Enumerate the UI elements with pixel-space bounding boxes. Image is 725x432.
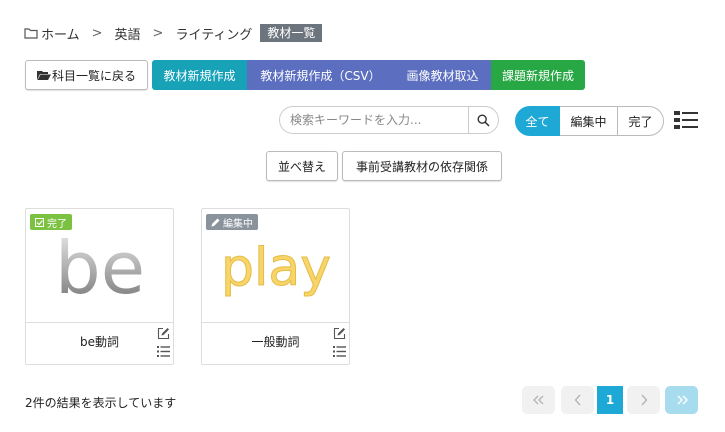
pagination-prev-button[interactable] [561,386,594,414]
list-view-icon[interactable] [674,110,698,130]
create-button-group: 教材新規作成 教材新規作成（CSV） 画像教材取込 課題新規作成 [152,60,585,90]
status-badge: 完了 [30,214,72,230]
search-icon [477,113,490,127]
new-material-csv-button[interactable]: 教材新規作成（CSV） [247,60,394,90]
material-card[interactable]: be 完了 be動詞 [25,208,174,365]
chevron-right-icon [640,394,647,406]
filter-all-button[interactable]: 全て [515,106,560,136]
status-badge-label: 編集中 [223,218,253,230]
double-chevron-right-icon [677,395,688,405]
breadcrumb: ホーム > 英語 > ライティング 教材一覧 [24,24,323,43]
list-icon[interactable] [157,346,170,357]
status-badge-label: 完了 [47,218,67,230]
search-box [279,106,499,134]
filter-editing-button[interactable]: 編集中 [560,106,618,136]
check-square-icon [35,217,44,227]
breadcrumb-home[interactable]: ホーム [41,24,80,43]
material-title[interactable]: be動詞 [26,333,173,350]
folder-icon [24,28,38,39]
breadcrumb-current: 教材一覧 [260,24,323,42]
card-divider [202,322,349,323]
back-button-label: 科目一覧に戻る [51,68,136,83]
pagination-page-1[interactable]: 1 [597,386,623,414]
new-task-button[interactable]: 課題新規作成 [491,60,585,90]
breadcrumb-subject[interactable]: 英語 [115,24,141,43]
material-card[interactable]: play 編集中 一般動詞 [201,208,350,365]
filter-done-button[interactable]: 完了 [618,106,664,136]
chevron-left-icon [574,394,581,406]
sort-button[interactable]: 並べ替え [266,151,338,181]
folder-open-icon [36,71,51,80]
new-material-button[interactable]: 教材新規作成 [152,60,247,90]
card-divider [26,322,173,323]
double-chevron-left-icon [532,395,543,405]
status-filter: 全て 編集中 完了 [515,106,664,136]
search-button[interactable] [468,106,499,134]
pagination-first-button[interactable] [522,386,555,414]
material-title[interactable]: 一般動詞 [202,333,349,350]
image-import-button[interactable]: 画像教材取込 [394,60,491,90]
edit-icon[interactable] [157,327,170,340]
back-to-subjects-button[interactable]: 科目一覧に戻る [25,60,148,90]
breadcrumb-separator: > [91,25,103,41]
result-summary: 2件の結果を表示しています [25,396,177,410]
edit-icon[interactable] [333,327,346,340]
breadcrumb-separator: > [152,25,164,41]
search-input[interactable] [279,106,469,134]
list-icon[interactable] [333,346,346,357]
pagination-last-button[interactable] [665,386,698,414]
prerequisite-dependency-button[interactable]: 事前受講教材の依存関係 [342,151,502,181]
pencil-icon [211,218,220,226]
thumbnail-text: be [55,226,145,310]
pagination-next-button[interactable] [627,386,660,414]
thumbnail-text: play [221,238,331,298]
breadcrumb-unit[interactable]: ライティング [175,24,252,43]
status-badge: 編集中 [206,214,258,230]
